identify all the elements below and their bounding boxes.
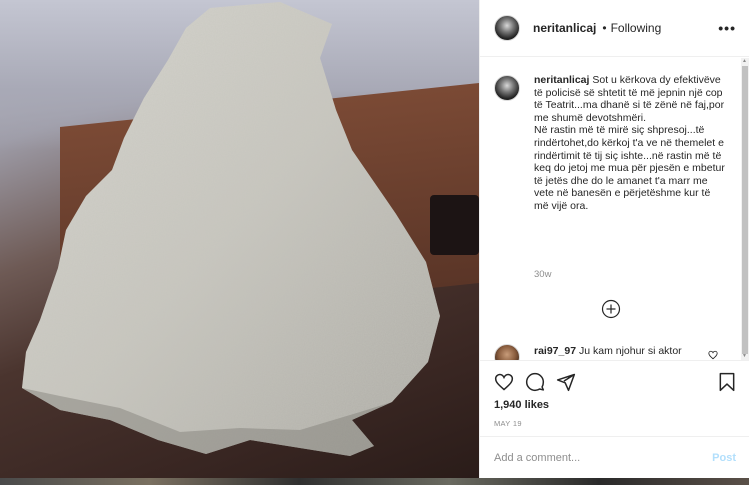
following-button[interactable]: Following [611,21,662,35]
background-thumbnail-strip [0,478,749,485]
author-username[interactable]: neritanlicaj [533,21,596,35]
commenter-username[interactable]: rai97_97 [534,345,576,357]
commenter-avatar[interactable] [494,344,520,360]
more-options-icon[interactable]: ••• [718,20,736,36]
add-comment-input[interactable]: Add a comment... [494,452,580,464]
scroll-up-arrow-icon[interactable]: ▲ [742,59,747,64]
share-send-icon[interactable] [556,372,576,392]
caption-block: neritanlicaj Sot u kërkova dy efektivëve… [494,74,734,213]
caption-text: neritanlicaj Sot u kërkova dy efektivëve… [534,74,726,213]
comment-body: Ju kam njohur si aktor [578,345,682,357]
post-photo[interactable] [0,0,479,478]
caption-username[interactable]: neritanlicaj [534,74,589,86]
post-sidebar: neritanlicaj • Following ••• neritanlica… [479,0,749,478]
post-actions: 1,940 likes MAY 19 [480,360,749,436]
author-avatar[interactable] [494,15,520,41]
comments-area[interactable]: neritanlicaj Sot u kërkova dy efektivëve… [480,58,742,360]
caption-timestamp[interactable]: 30w [534,269,551,280]
post-comment-button[interactable]: Post [712,452,736,464]
header-separator: • [602,21,607,35]
stone-image [22,2,440,456]
post-date[interactable]: MAY 19 [494,419,522,428]
comment-item: rai97_97 Ju kam njohur si aktor [494,344,734,360]
likes-count[interactable]: 1,940 likes [494,399,549,411]
load-more-comments-icon[interactable] [601,299,621,319]
comment-like-heart-icon[interactable] [708,350,718,360]
post-header: neritanlicaj • Following ••• [480,0,749,57]
scrollbar-thumb[interactable] [742,66,748,354]
caption-paragraph-2: Në rastin më të mirë siç shpresoj...të r… [534,124,725,212]
save-bookmark-icon[interactable] [717,372,737,392]
caption-avatar[interactable] [494,75,520,101]
comment-text: rai97_97 Ju kam njohur si aktor [534,345,682,357]
add-comment-bar: Add a comment... Post [480,436,749,478]
scroll-down-arrow-icon[interactable]: ▼ [742,354,747,359]
comments-scrollbar[interactable]: ▲ ▼ [741,58,749,360]
like-heart-icon[interactable] [494,372,514,392]
comment-bubble-icon[interactable] [525,372,545,392]
